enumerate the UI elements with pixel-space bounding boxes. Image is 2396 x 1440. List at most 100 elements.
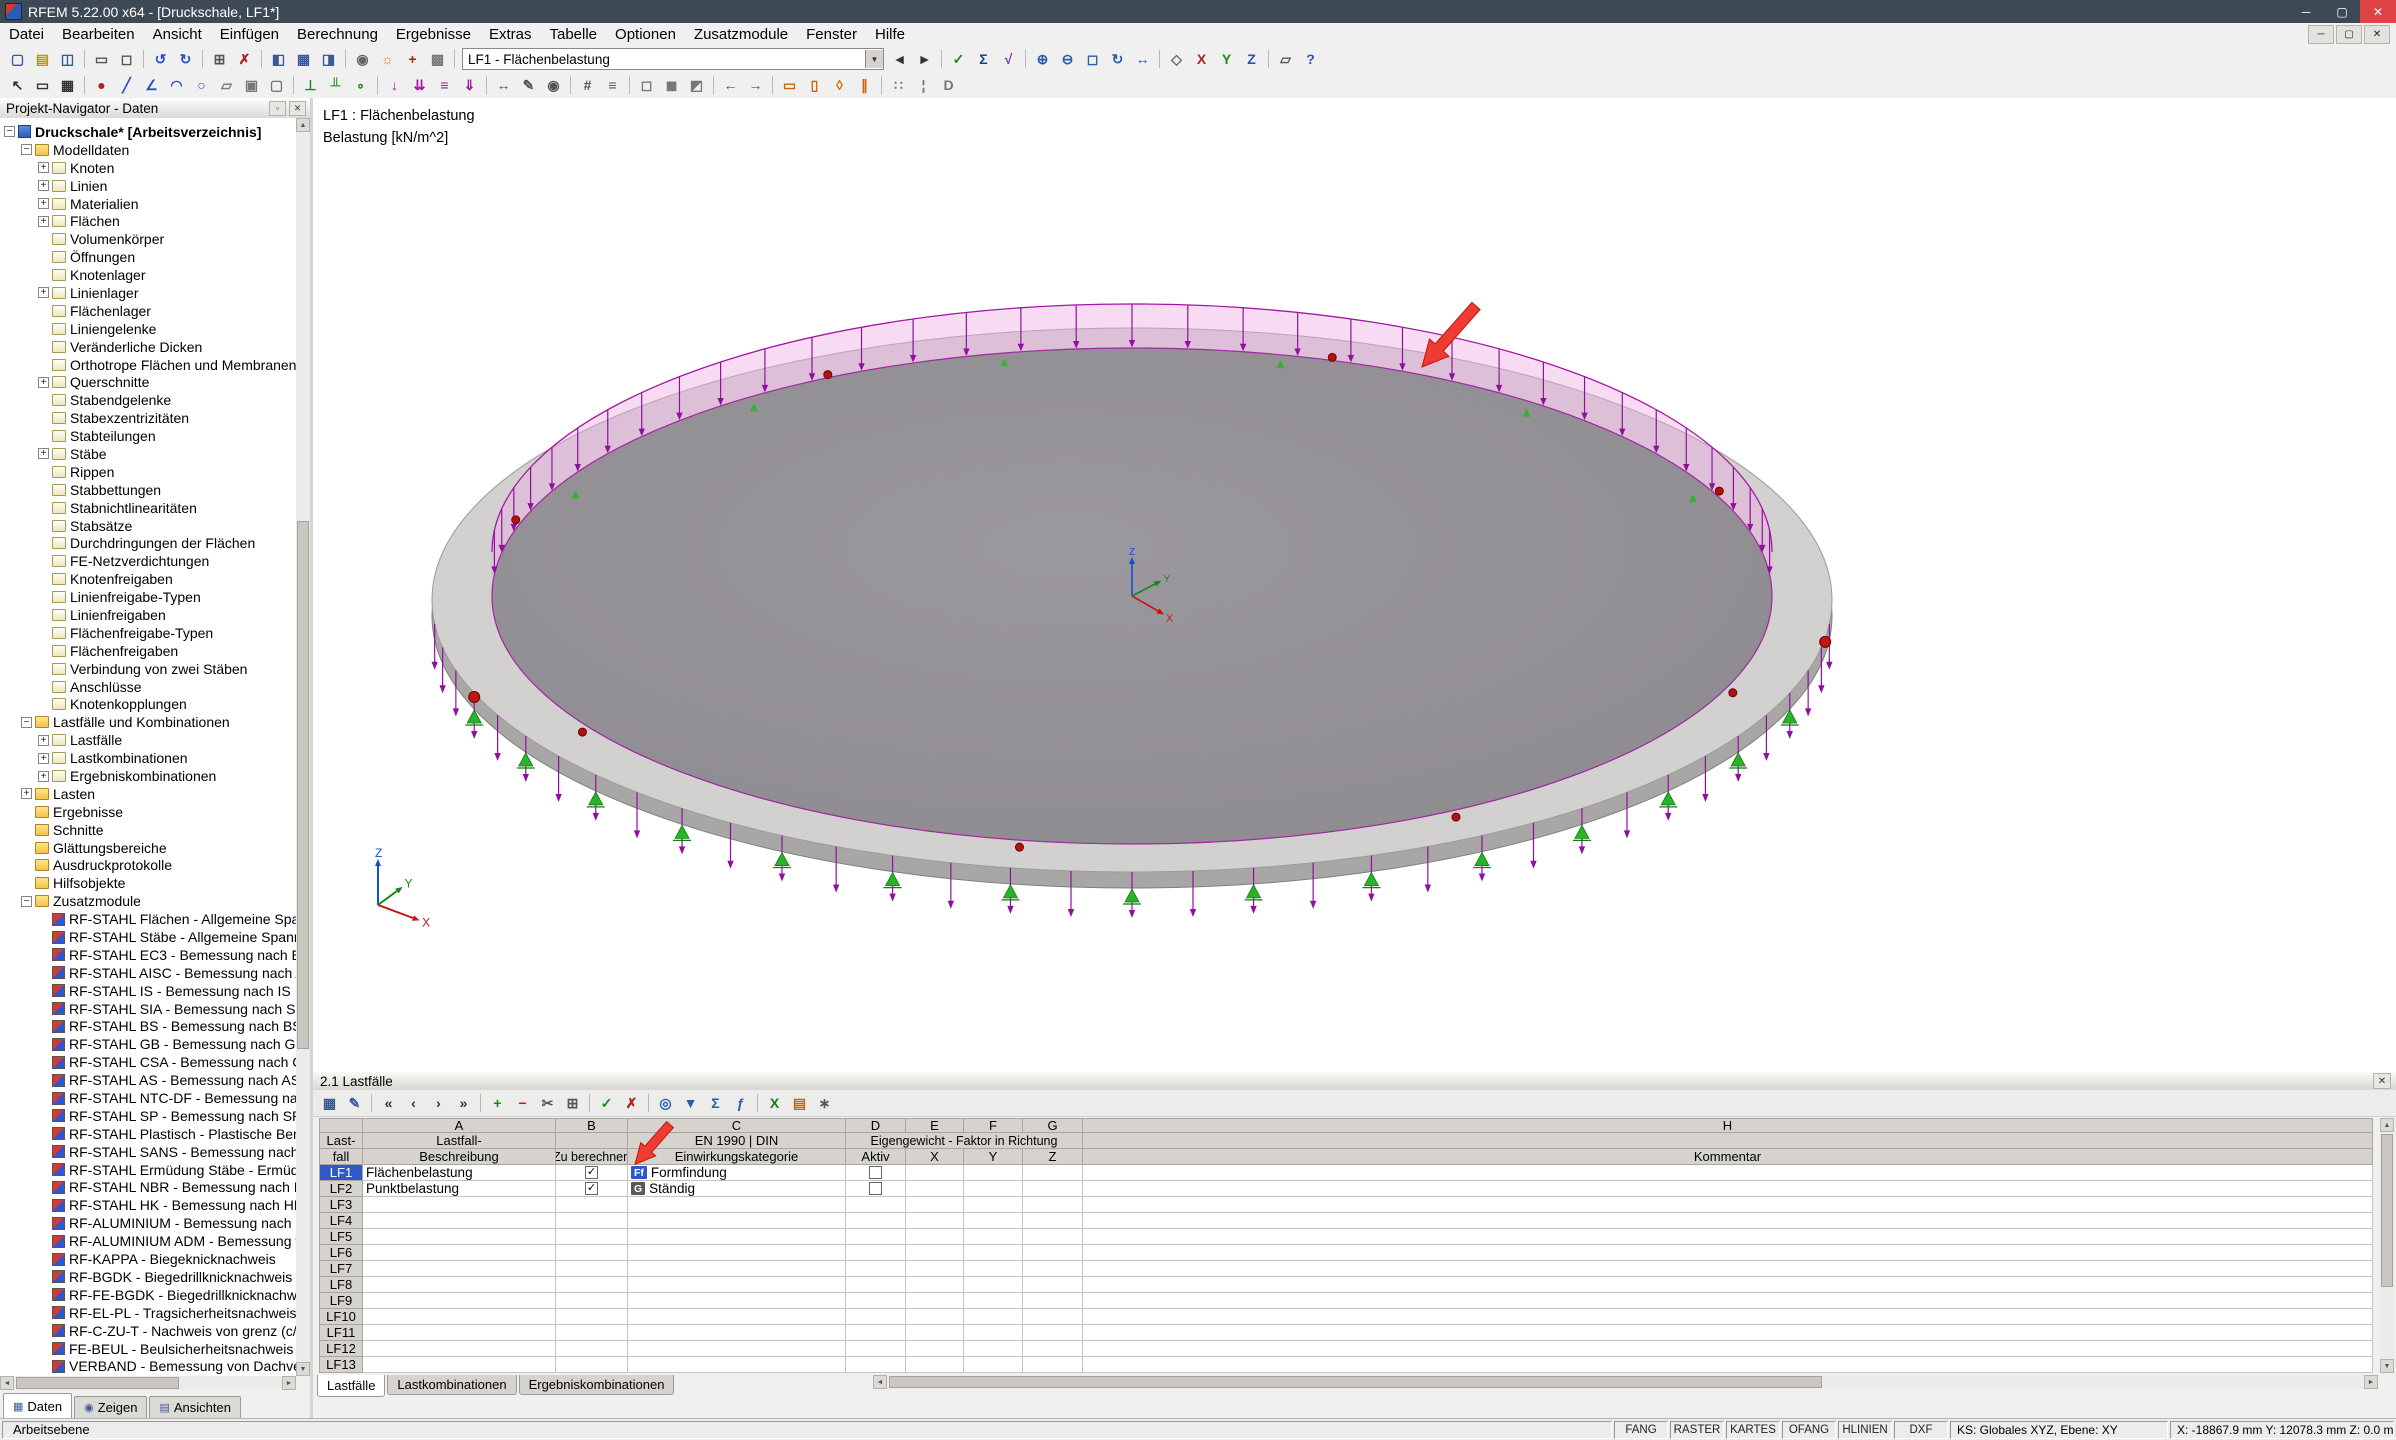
cell-faktor-z[interactable] (1023, 1229, 1083, 1245)
cell-zu-berechnen[interactable] (556, 1229, 628, 1245)
cell-faktor-x[interactable] (906, 1277, 964, 1293)
nodal-support-icon[interactable]: ⊥ (298, 74, 323, 96)
cell-faktor-y[interactable] (964, 1213, 1023, 1229)
tree-item-rf-stahl-csa-bemessung-nach-csa[interactable]: RF-STAHL CSA - Bemessung nach CSA (0, 1053, 296, 1071)
cell-eigengewicht-aktiv[interactable] (846, 1325, 906, 1341)
results-icon[interactable]: √ (996, 48, 1021, 70)
cell-zu-berechnen[interactable] (556, 1357, 628, 1373)
collapse-icon[interactable]: − (21, 717, 32, 728)
tree-item-ausdruckprotokolle[interactable]: Ausdruckprotokolle (0, 857, 296, 875)
new-solid-icon[interactable]: ▣ (239, 74, 264, 96)
cell-faktor-x[interactable] (906, 1197, 964, 1213)
checkbox[interactable]: ✓ (585, 1182, 598, 1195)
cell-kommentar[interactable] (1083, 1213, 2373, 1229)
workplane-xz-icon[interactable]: ◊ (827, 74, 852, 96)
table-list-icon[interactable]: ▦ (317, 1092, 342, 1114)
tree-item-orthotrope-flächen-und-membranen[interactable]: Orthotrope Flächen und Membranen (0, 356, 296, 374)
cell-einwirkungskategorie[interactable] (628, 1325, 846, 1341)
cell-faktor-z[interactable] (1023, 1197, 1083, 1213)
tree-item-volumenkörper[interactable]: Volumenkörper (0, 230, 296, 248)
cell-faktor-y[interactable] (964, 1229, 1023, 1245)
next-row-icon[interactable]: › (426, 1092, 451, 1114)
display-properties-icon[interactable]: ≡ (600, 74, 625, 96)
checkbox[interactable]: ✓ (585, 1166, 598, 1179)
cell-faktor-z[interactable] (1023, 1277, 1083, 1293)
tree-item-knoten[interactable]: +Knoten (0, 159, 296, 177)
checkbox[interactable] (869, 1166, 882, 1179)
cell-faktor-z[interactable] (1023, 1357, 1083, 1373)
menu-zusatzmodule[interactable]: Zusatzmodule (685, 23, 797, 46)
prev-row-icon[interactable]: ‹ (401, 1092, 426, 1114)
surface-load-icon[interactable]: ≡ (432, 74, 457, 96)
table-tab-lastfälle[interactable]: Lastfälle (317, 1375, 385, 1397)
close-button[interactable]: ✕ (2360, 0, 2396, 23)
delete-row-icon[interactable]: − (510, 1092, 535, 1114)
tree-item-stäbe[interactable]: +Stäbe (0, 445, 296, 463)
tree-item-knotenfreigaben[interactable]: Knotenfreigaben (0, 570, 296, 588)
expand-icon[interactable]: + (38, 162, 49, 173)
cell-zu-berechnen[interactable]: ✓ (556, 1165, 628, 1181)
tree-item-verband-bemessung-von-dachverbä[interactable]: VERBAND - Bemessung von Dachverbä (0, 1357, 296, 1375)
mdi-minimize-button[interactable]: ─ (2308, 25, 2334, 44)
workplane-xy-icon[interactable]: ▭ (777, 74, 802, 96)
expand-icon[interactable]: + (38, 198, 49, 209)
scroll-right-icon[interactable]: ► (2364, 1375, 2378, 1389)
cell-beschreibung[interactable] (363, 1309, 556, 1325)
line-support-icon[interactable]: ╨ (323, 74, 348, 96)
apply-icon[interactable]: ✓ (594, 1092, 619, 1114)
cut-row-icon[interactable]: ✂ (535, 1092, 560, 1114)
cell-faktor-y[interactable] (964, 1341, 1023, 1357)
first-row-icon[interactable]: « (376, 1092, 401, 1114)
row-header[interactable]: LF6 (319, 1245, 363, 1261)
cell-eigengewicht-aktiv[interactable] (846, 1309, 906, 1325)
tree-item-fe-beul-beulsicherheitsnachweis[interactable]: FE-BEUL - Beulsicherheitsnachweis (0, 1340, 296, 1358)
viewport-3d[interactable]: ZXYZXY LF1 : Flächenbelastung Belastung … (313, 98, 2396, 1072)
tree-item-linien[interactable]: +Linien (0, 177, 296, 195)
calculate-all-icon[interactable]: Σ (971, 48, 996, 70)
axes-icon[interactable]: + (400, 48, 425, 70)
cell-eigengewicht-aktiv[interactable] (846, 1341, 906, 1357)
cell-kommentar[interactable] (1083, 1181, 2373, 1197)
cell-faktor-z[interactable] (1023, 1293, 1083, 1309)
scroll-down-icon[interactable]: ▼ (296, 1362, 310, 1376)
tree-item-hilfsobjekte[interactable]: Hilfsobjekte (0, 874, 296, 892)
tree-item-linienlager[interactable]: +Linienlager (0, 284, 296, 302)
scrollbar-thumb[interactable] (889, 1376, 1822, 1388)
cell-beschreibung[interactable] (363, 1357, 556, 1373)
tree-item-knotenlager[interactable]: Knotenlager (0, 266, 296, 284)
undo-icon[interactable]: ↺ (148, 48, 173, 70)
cell-einwirkungskategorie[interactable] (628, 1229, 846, 1245)
import-icon[interactable]: ▤ (787, 1092, 812, 1114)
tree-item-zusatzmodule[interactable]: −Zusatzmodule (0, 892, 296, 910)
new-arc-icon[interactable]: ◠ (164, 74, 189, 96)
new-opening-icon[interactable]: ▢ (264, 74, 289, 96)
expand-icon[interactable]: + (38, 377, 49, 388)
cell-beschreibung[interactable] (363, 1261, 556, 1277)
scroll-left-icon[interactable]: ◄ (0, 1376, 14, 1390)
tree-item-rf-el-pl-tragsicherheitsnachweis-na[interactable]: RF-EL-PL - Tragsicherheitsnachweis na (0, 1304, 296, 1322)
new-node-icon[interactable]: ● (89, 74, 114, 96)
cell-beschreibung[interactable] (363, 1229, 556, 1245)
cell-faktor-y[interactable] (964, 1293, 1023, 1309)
cell-faktor-y[interactable] (964, 1245, 1023, 1261)
new-polyline-icon[interactable]: ∠ (139, 74, 164, 96)
cell-faktor-z[interactable] (1023, 1309, 1083, 1325)
filter-icon[interactable]: ▼ (678, 1092, 703, 1114)
tree-item-flächen[interactable]: +Flächen (0, 212, 296, 230)
tree-item-schnitte[interactable]: Schnitte (0, 821, 296, 839)
cell-beschreibung[interactable] (363, 1341, 556, 1357)
scroll-up-icon[interactable]: ▲ (296, 118, 310, 132)
cell-faktor-y[interactable] (964, 1181, 1023, 1197)
save-icon[interactable]: ◫ (55, 48, 80, 70)
cell-zu-berechnen[interactable] (556, 1245, 628, 1261)
new-line-icon[interactable]: ╱ (114, 74, 139, 96)
cell-kommentar[interactable] (1083, 1197, 2373, 1213)
tree-item-lastkombinationen[interactable]: +Lastkombinationen (0, 749, 296, 767)
cell-eigengewicht-aktiv[interactable] (846, 1357, 906, 1373)
scroll-up-icon[interactable]: ▲ (2380, 1118, 2394, 1132)
tree-item-rf-stahl-gb-bemessung-nach-gb[interactable]: RF-STAHL GB - Bemessung nach GB (0, 1035, 296, 1053)
cell-kommentar[interactable] (1083, 1245, 2373, 1261)
cell-kommentar[interactable] (1083, 1309, 2373, 1325)
pin-icon[interactable]: ▫ (269, 101, 286, 116)
tree-item-lastfälle-und-kombinationen[interactable]: −Lastfälle und Kombinationen (0, 713, 296, 731)
